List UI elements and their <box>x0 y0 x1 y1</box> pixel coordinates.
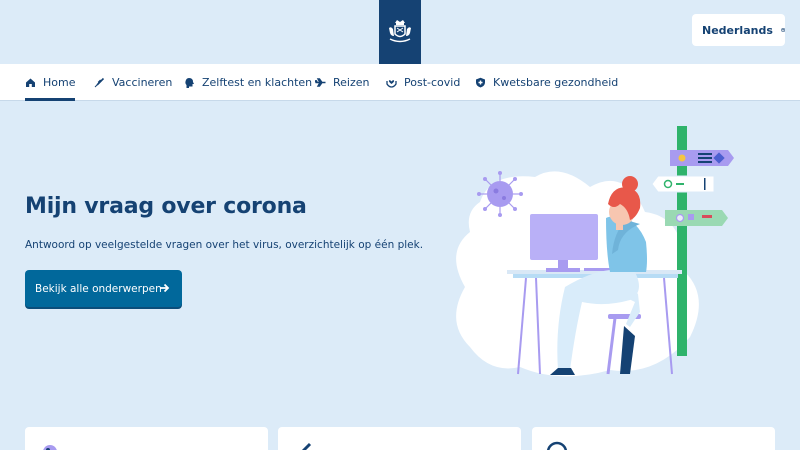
nav-item-vaccineren[interactable]: Vaccineren <box>94 64 172 101</box>
nav-item-label: Zelftest en klachten <box>202 76 313 89</box>
nav-item-label: Reizen <box>333 76 370 89</box>
syringe-icon <box>301 442 312 450</box>
topic-card[interactable] <box>25 427 268 450</box>
virus-icon <box>477 171 523 217</box>
page-subtitle: Antwoord op veelgestelde vragen over het… <box>25 239 424 251</box>
person-head-icon <box>185 78 194 88</box>
nav-item-label: Home <box>43 76 76 89</box>
syringe-icon <box>94 77 105 88</box>
language-switch-button[interactable]: Nederlands <box>692 14 785 46</box>
nav-item-home[interactable]: Home <box>25 64 76 101</box>
nav-item-zelftest[interactable]: Zelftest en klachten <box>184 64 312 101</box>
nav-item-post-covid[interactable]: Post-covid <box>386 64 460 101</box>
question-icon <box>546 441 568 450</box>
top-bar: Nederlands <box>0 0 800 64</box>
view-all-topics-button[interactable]: Bekijk alle onderwerpen <box>25 270 182 307</box>
airplane-icon <box>315 78 326 87</box>
arrow-right-icon <box>160 283 170 293</box>
cta-label: Bekijk alle onderwerpen <box>35 282 162 295</box>
nav-item-label: Vaccineren <box>112 76 173 89</box>
hands-heart-icon <box>386 80 397 88</box>
globe-icon <box>780 28 785 32</box>
nav-item-kwetsbare-gezondheid[interactable]: Kwetsbare gezondheid <box>475 64 618 101</box>
main-navigation: Home Vaccineren Zelftest en klachten Rei… <box>0 64 800 101</box>
page-title: Mijn vraag over corona <box>25 194 307 219</box>
rijksoverheid-logo[interactable] <box>379 0 421 64</box>
hero-illustration <box>456 126 734 377</box>
shield-icon <box>476 77 485 88</box>
royal-coat-of-arms-icon <box>389 20 411 43</box>
nav-item-label: Post-covid <box>404 76 461 89</box>
virus-icon <box>43 445 57 450</box>
topic-card[interactable] <box>532 427 775 450</box>
nav-item-label: Kwetsbare gezondheid <box>493 76 619 89</box>
nav-item-reizen[interactable]: Reizen <box>315 64 370 101</box>
topic-card[interactable] <box>278 427 521 450</box>
home-icon <box>26 78 35 87</box>
language-label: Nederlands <box>702 23 773 37</box>
